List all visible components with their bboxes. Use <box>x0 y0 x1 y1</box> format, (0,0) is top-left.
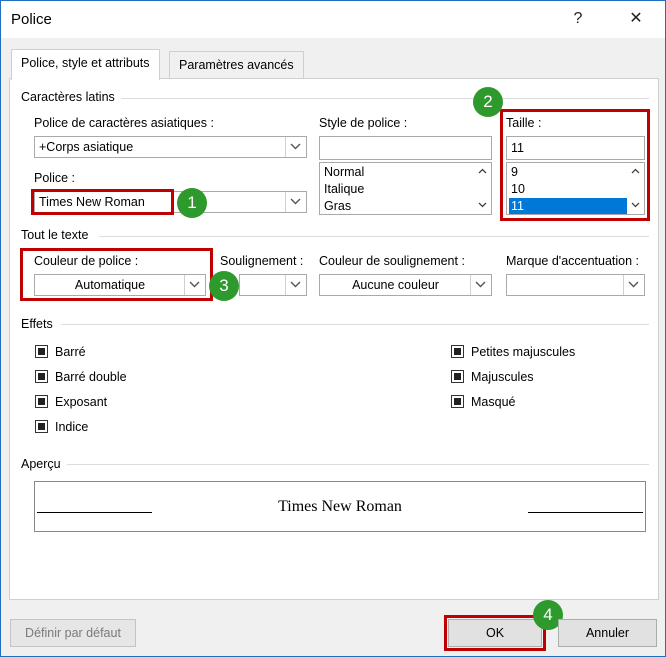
highlight-font-color <box>20 248 213 301</box>
superscript-checkbox[interactable] <box>35 395 48 408</box>
style-listbox[interactable]: Normal Italique Gras <box>319 162 492 215</box>
superscript-label[interactable]: Exposant <box>55 395 107 409</box>
hidden-checkbox[interactable] <box>451 395 464 408</box>
emphasis-combo[interactable] <box>506 274 645 296</box>
list-item[interactable]: Normal <box>322 164 474 181</box>
subscript-checkbox[interactable] <box>35 420 48 433</box>
tab-advanced-settings[interactable]: Paramètres avancés <box>169 51 304 78</box>
close-button[interactable]: ✕ <box>624 8 648 30</box>
asian-font-combo[interactable]: +Corps asiatique <box>34 136 307 158</box>
chevron-down-icon <box>478 202 487 208</box>
highlight-ok-button <box>444 615 546 651</box>
strikethrough-checkbox[interactable] <box>35 345 48 358</box>
highlight-font-field <box>31 189 174 215</box>
divider <box>99 236 649 237</box>
asian-font-label: Police de caractères asiatiques : <box>34 116 214 130</box>
divider <box>121 98 649 99</box>
section-preview: Aperçu <box>21 457 65 471</box>
dialog-title: Police <box>11 11 52 28</box>
step-badge-3: 3 <box>209 271 239 301</box>
underline-color-value: Aucune couleur <box>352 278 439 292</box>
underline-color-label: Couleur de soulignement : <box>319 254 465 268</box>
title-bar: Police ? ✕ <box>1 1 665 38</box>
step-badge-1: 1 <box>177 188 207 218</box>
cancel-button[interactable]: Annuler <box>558 619 657 647</box>
close-icon: ✕ <box>629 10 643 27</box>
hidden-label[interactable]: Masqué <box>471 395 515 409</box>
divider <box>67 464 649 465</box>
divider <box>61 324 649 325</box>
set-default-button[interactable]: Définir par défaut <box>10 619 136 647</box>
underline-color-combo[interactable]: Aucune couleur <box>319 274 492 296</box>
all-caps-label[interactable]: Majuscules <box>471 370 534 384</box>
style-label: Style de police : <box>319 116 408 130</box>
double-strikethrough-label[interactable]: Barré double <box>55 370 127 384</box>
font-label: Police : <box>34 171 75 185</box>
highlight-size-field <box>500 109 650 221</box>
underline-combo[interactable] <box>239 274 307 296</box>
preview-text: Times New Roman <box>278 498 402 515</box>
section-effects: Effets <box>21 317 57 331</box>
font-dialog: Police ? ✕ Police, style et attributs Pa… <box>0 0 666 657</box>
asian-font-value: +Corps asiatique <box>39 140 134 154</box>
list-item[interactable]: Gras <box>322 198 474 214</box>
small-caps-checkbox[interactable] <box>451 345 464 358</box>
subscript-label[interactable]: Indice <box>55 420 88 434</box>
tab-font-style-attributes[interactable]: Police, style et attributs <box>11 49 160 80</box>
style-scrollbar[interactable] <box>474 163 491 214</box>
step-badge-2: 2 <box>473 87 503 117</box>
strikethrough-label[interactable]: Barré <box>55 345 86 359</box>
chevron-up-icon <box>478 168 487 174</box>
chevron-down-icon[interactable] <box>285 137 306 157</box>
section-all-text: Tout le texte <box>21 228 93 242</box>
all-caps-checkbox[interactable] <box>451 370 464 383</box>
emphasis-label: Marque d'accentuation : <box>506 254 640 268</box>
help-button[interactable]: ? <box>566 8 590 30</box>
preview-box: Times New Roman <box>34 481 646 532</box>
double-strikethrough-checkbox[interactable] <box>35 370 48 383</box>
chevron-down-icon[interactable] <box>285 275 306 295</box>
style-input[interactable] <box>319 136 492 160</box>
chevron-down-icon[interactable] <box>470 275 491 295</box>
chevron-down-icon[interactable] <box>285 192 306 212</box>
small-caps-label[interactable]: Petites majuscules <box>471 345 575 359</box>
list-item[interactable]: Italique <box>322 181 474 198</box>
underline-label: Soulignement : <box>220 254 304 268</box>
chevron-down-icon[interactable] <box>623 275 644 295</box>
section-latin-characters: Caractères latins <box>21 90 119 104</box>
